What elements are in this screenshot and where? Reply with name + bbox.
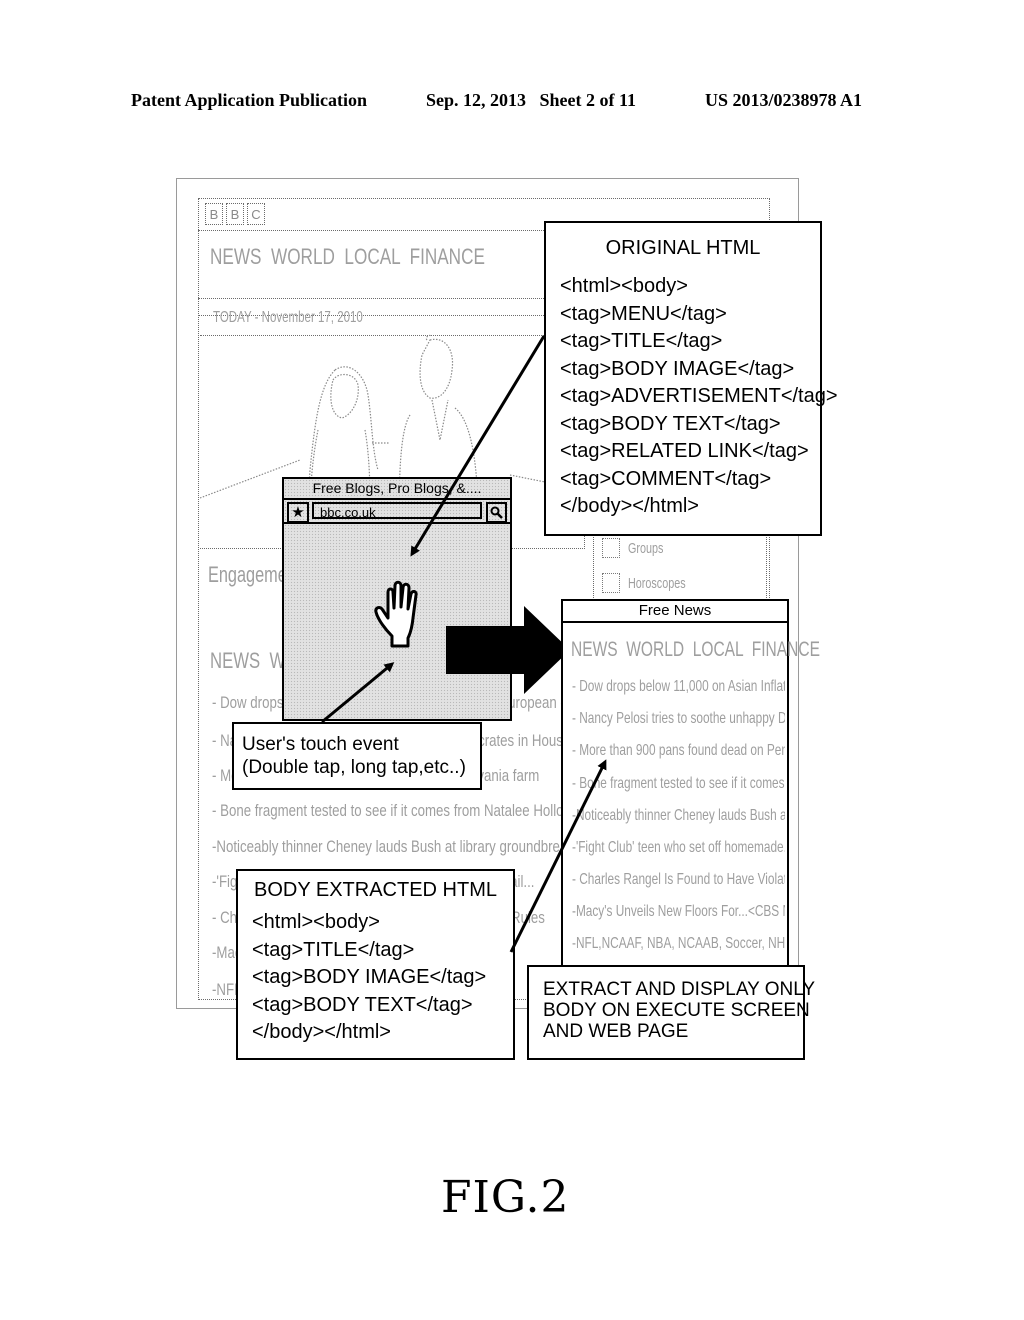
leader-arrows <box>321 335 607 953</box>
original-html-arrow <box>410 335 546 557</box>
body-extracted-arrow <box>509 759 607 953</box>
touch-event-arrow <box>321 662 395 724</box>
figure-label: FIG.2 <box>441 1172 570 1223</box>
